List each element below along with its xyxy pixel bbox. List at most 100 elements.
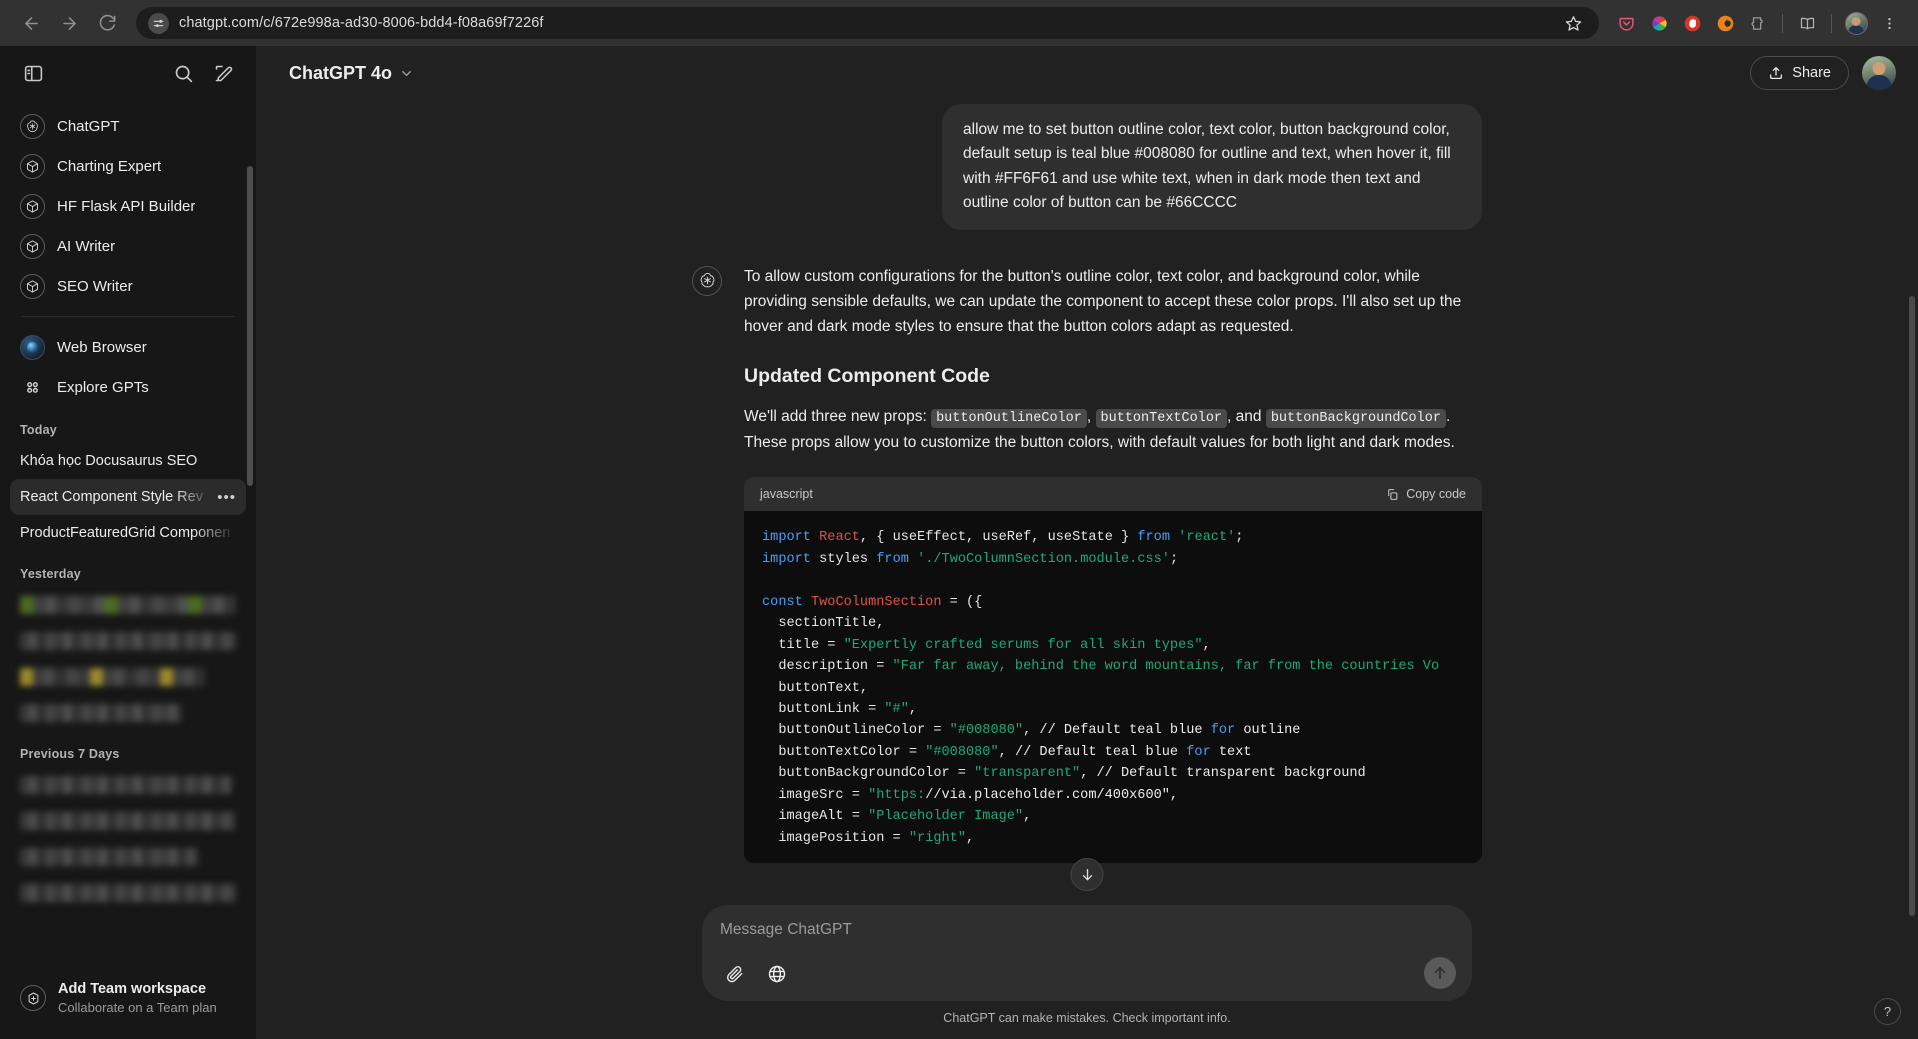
sidebar-scroll-area[interactable]: ChatGPT Charting Expert HF Flask API Bui…: [0, 100, 256, 962]
puzzle-extensions-icon[interactable]: [1743, 8, 1773, 38]
chat-title: ProductFeaturedGrid Componen: [20, 525, 231, 541]
sidebar-header: [0, 46, 256, 100]
chat-history-item-redacted[interactable]: [10, 875, 246, 911]
browser-reload-button[interactable]: [90, 6, 124, 40]
sidebar-item-explore-gpts[interactable]: Explore GPTs: [10, 367, 246, 407]
sidebar-scrollbar[interactable]: [247, 166, 253, 486]
chat-history-item-redacted[interactable]: [10, 839, 246, 875]
tune-icon[interactable]: [148, 12, 169, 34]
browser-toolbar: chatgpt.com/c/672e998a-ad30-8006-bdd4-f0…: [0, 0, 1918, 46]
chrome-menu-kebab-icon[interactable]: [1874, 8, 1904, 38]
browser-back-button[interactable]: [14, 6, 48, 40]
chat-options-dots-icon[interactable]: •••: [213, 489, 236, 506]
model-selector[interactable]: ChatGPT 4o: [278, 56, 425, 91]
url-text: chatgpt.com/c/672e998a-ad30-8006-bdd4-f0…: [179, 15, 544, 31]
chat-history-item[interactable]: ProductFeaturedGrid Componen: [10, 515, 246, 551]
sidebar-item-label: HF Flask API Builder: [57, 197, 196, 215]
paperclip-attach-icon[interactable]: [720, 959, 750, 989]
chat-group-title: Yesterday: [20, 567, 81, 581]
props-separator-1: ,: [1086, 408, 1096, 426]
section-heading: Updated Component Code: [744, 365, 990, 388]
adblock-extension-icon[interactable]: [1677, 8, 1707, 38]
message-composer[interactable]: Message ChatGPT: [702, 905, 1472, 1001]
address-bar[interactable]: chatgpt.com/c/672e998a-ad30-8006-bdd4-f0…: [136, 7, 1599, 39]
code-block-header: javascript Copy code: [744, 477, 1482, 512]
copy-code-label: Copy code: [1406, 487, 1466, 502]
sidebar-footer: Add Team workspace Collaborate on a Team…: [0, 962, 256, 1039]
share-button[interactable]: Share: [1750, 56, 1849, 90]
gpt-cube-icon: [20, 153, 45, 179]
chat-history-item-redacted[interactable]: [10, 659, 246, 695]
user-message-bubble: allow me to set button outline color, te…: [942, 104, 1482, 230]
code-block: javascript Copy code import React, { use…: [744, 477, 1482, 864]
chat-history-item-redacted[interactable]: [10, 767, 246, 803]
inline-code-prop-2: buttonTextColor: [1095, 409, 1228, 429]
conversation-area[interactable]: allow me to set button outline color, te…: [256, 100, 1918, 905]
help-button[interactable]: ?: [1874, 998, 1901, 1025]
user-avatar[interactable]: [1862, 56, 1896, 90]
inline-code-prop-3: buttonBackgroundColor: [1265, 409, 1446, 429]
message-input[interactable]: Message ChatGPT: [720, 921, 1454, 959]
main-content: ChatGPT 4o Share allow me to set button: [256, 46, 1918, 1039]
chat-history-item-redacted[interactable]: [10, 587, 246, 623]
chat-history-item-redacted[interactable]: [10, 623, 246, 659]
pocket-extension-icon[interactable]: [1611, 8, 1641, 38]
toolbar-divider: [1831, 13, 1832, 33]
sidebar: ChatGPT Charting Expert HF Flask API Bui…: [0, 46, 256, 1039]
model-name: ChatGPT 4o: [289, 62, 393, 83]
chat-history-item[interactable]: Khóa học Docusaurus SEO: [10, 443, 246, 479]
browser-extensions: [1611, 8, 1904, 38]
search-icon[interactable]: [164, 54, 202, 92]
new-chat-pencil-icon[interactable]: [204, 54, 242, 92]
chat-history-item-redacted[interactable]: [10, 695, 246, 731]
sidebar-divider: [22, 316, 234, 317]
gpt-cube-icon: [20, 193, 45, 219]
sidebar-item-label: ChatGPT: [57, 117, 120, 135]
props-paragraph: We'll add three new props: buttonOutline…: [744, 404, 1482, 455]
main-header: ChatGPT 4o Share: [256, 46, 1918, 100]
chat-history-item-active[interactable]: React Component Style Rev •••: [10, 479, 246, 515]
composer-wrapper: Message ChatGPT ChatGPT can make mistake…: [256, 905, 1918, 1039]
copy-code-button[interactable]: Copy code: [1386, 487, 1466, 501]
disclaimer-text: ChatGPT can make mistakes. Check importa…: [943, 1011, 1231, 1025]
toolbar-divider: [1782, 13, 1783, 33]
header-actions: Share: [1750, 56, 1896, 90]
code-language-label: javascript: [760, 487, 813, 502]
props-text-lead: We'll add three new props:: [744, 408, 932, 426]
reading-list-icon[interactable]: [1792, 8, 1822, 38]
assistant-message-row: To allow custom configurations for the b…: [692, 264, 1482, 864]
sidebar-item-chatgpt[interactable]: ChatGPT: [10, 106, 246, 146]
star-icon[interactable]: [1559, 9, 1587, 37]
team-workspace-subtitle: Collaborate on a Team plan: [58, 1000, 217, 1016]
team-workspace-icon: [20, 985, 46, 1012]
eclipse-extension-icon[interactable]: [1710, 8, 1740, 38]
sidebar-item-ai-writer[interactable]: AI Writer: [10, 226, 246, 266]
color-wheel-extension-icon[interactable]: [1644, 8, 1674, 38]
sidebar-item-charting-expert[interactable]: Charting Expert: [10, 146, 246, 186]
send-arrow-up-icon[interactable]: [1424, 957, 1456, 989]
copy-icon: [1386, 488, 1399, 501]
sidebar-item-hf-flask-api-builder[interactable]: HF Flask API Builder: [10, 186, 246, 226]
openai-logo-icon: [20, 113, 45, 139]
chat-group-title: Today: [20, 423, 57, 437]
chat-history-item-redacted[interactable]: [10, 803, 246, 839]
add-team-workspace-button[interactable]: Add Team workspace Collaborate on a Team…: [10, 972, 246, 1025]
props-separator-2: , and: [1227, 408, 1266, 426]
user-message-row: allow me to set button outline color, te…: [692, 104, 1482, 230]
sidebar-toggle-icon[interactable]: [14, 54, 52, 92]
sidebar-item-seo-writer[interactable]: SEO Writer: [10, 266, 246, 306]
share-label: Share: [1792, 65, 1831, 81]
browser-forward-button[interactable]: [52, 6, 86, 40]
assistant-intro-paragraph: To allow custom configurations for the b…: [744, 267, 1462, 336]
globe-search-icon[interactable]: [762, 959, 792, 989]
sidebar-item-label: AI Writer: [57, 237, 116, 255]
chrome-profile-avatar[interactable]: [1841, 8, 1871, 38]
assistant-message-body: To allow custom configurations for the b…: [744, 264, 1482, 864]
sidebar-item-web-browser[interactable]: Web Browser: [10, 327, 246, 367]
chat-group-title: Previous 7 Days: [20, 747, 120, 761]
scroll-to-bottom-arrow-icon[interactable]: [1070, 858, 1104, 891]
code-content[interactable]: import React, { useEffect, useRef, useSt…: [744, 511, 1482, 863]
openai-logo-icon: [692, 265, 722, 296]
chevron-down-icon: [399, 66, 414, 81]
chat-title: React Component Style Rev: [20, 489, 203, 505]
